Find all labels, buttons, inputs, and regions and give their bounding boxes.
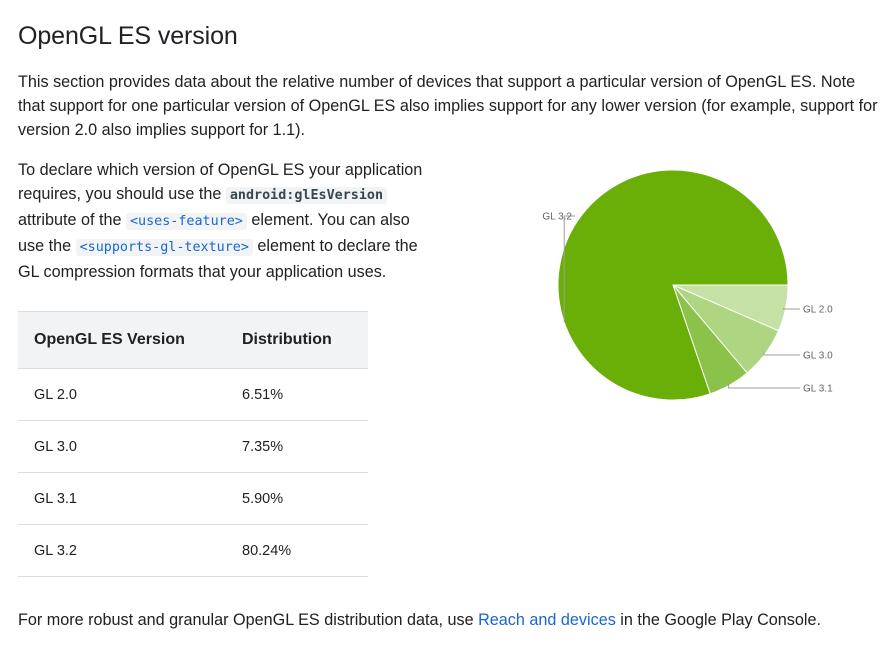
header-distribution: Distribution xyxy=(226,311,368,369)
pie-leader-line xyxy=(728,383,800,389)
pie-label-group: GL 3.1 xyxy=(728,383,833,395)
pie-leader-line xyxy=(763,352,800,356)
table-header-row: OpenGL ES Version Distribution xyxy=(18,311,368,369)
header-version: OpenGL ES Version xyxy=(18,311,226,369)
page-title: OpenGL ES version xyxy=(18,22,238,50)
row-version: GL 3.2 xyxy=(18,524,226,577)
distribution-pie-chart: GL 2.0 GL 3.0 GL 3.1 GL 3.2 xyxy=(542,169,833,401)
row-version: GL 3.1 xyxy=(18,472,226,525)
pie-label: GL 2.0 xyxy=(803,305,833,316)
code-supports-gl-texture-link[interactable]: <supports-gl-texture> xyxy=(75,239,253,256)
table-row: GL 3.1 5.90% xyxy=(18,472,368,525)
code-uses-feature-link[interactable]: <uses-feature> xyxy=(126,213,247,230)
footer-paragraph: For more robust and granular OpenGL ES d… xyxy=(18,608,821,632)
footer-text-before: For more robust and granular OpenGL ES d… xyxy=(18,611,479,629)
distribution-table: OpenGL ES Version Distribution GL 2.0 6.… xyxy=(18,311,368,577)
table-row: GL 2.0 6.51% xyxy=(18,368,368,421)
declare-paragraph: To declare which version of OpenGL ES yo… xyxy=(18,158,438,284)
pie-label: GL 3.2 xyxy=(542,212,572,223)
row-distribution: 7.35% xyxy=(226,420,368,473)
pie-label: GL 3.0 xyxy=(803,351,833,362)
table-row: GL 3.2 80.24% xyxy=(18,524,368,577)
table-row: GL 3.0 7.35% xyxy=(18,420,368,473)
intro-paragraph: This section provides data about the rel… xyxy=(18,73,878,139)
code-gles-version: android:glEsVersion xyxy=(225,187,388,204)
row-distribution: 5.90% xyxy=(226,472,368,525)
footer-text-after: in the Google Play Console. xyxy=(615,611,821,629)
pie-label-group: GL 3.0 xyxy=(763,351,833,362)
pie-label-group: GL 2.0 xyxy=(783,305,833,316)
row-distribution: 80.24% xyxy=(226,524,368,577)
row-version: GL 2.0 xyxy=(18,368,226,421)
row-version: GL 3.0 xyxy=(18,420,226,473)
declare-text-2: attribute of the xyxy=(18,211,126,229)
row-distribution: 6.51% xyxy=(226,368,368,421)
pie-label: GL 3.1 xyxy=(803,384,833,395)
reach-and-devices-link[interactable]: Reach and devices xyxy=(478,611,616,629)
